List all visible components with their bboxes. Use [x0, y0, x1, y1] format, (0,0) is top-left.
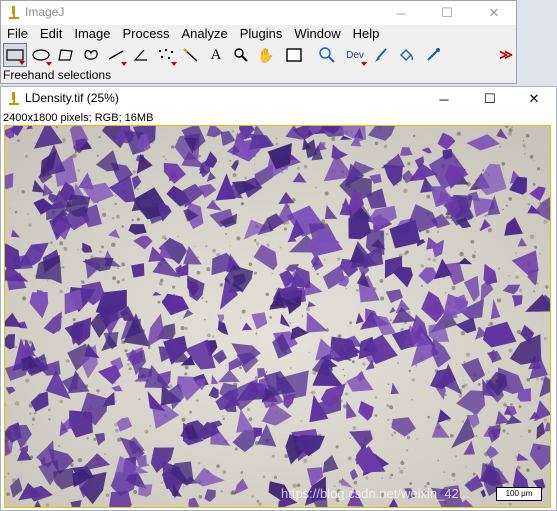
- menu-file[interactable]: File: [1, 25, 34, 43]
- developer-menu-label: Dev: [346, 49, 364, 61]
- maximize-button[interactable]: ☐: [424, 1, 470, 25]
- freehand-icon: [84, 50, 98, 60]
- image-close-button[interactable]: ✕: [511, 87, 557, 111]
- zoom-icon: [319, 47, 335, 63]
- line-tool[interactable]: [104, 43, 128, 67]
- image-canvas[interactable]: 100 μm https://blog.csdn.net/weixin_42..…: [4, 125, 551, 508]
- image-window-title: LDensity.tif (25%): [25, 91, 119, 105]
- polygon-icon: [58, 49, 73, 61]
- zoom-tool[interactable]: [315, 43, 339, 67]
- oval-tool[interactable]: [29, 43, 53, 67]
- flood-fill-tool[interactable]: [394, 43, 418, 67]
- scale-bar: 100 μm: [496, 487, 542, 501]
- pencil-icon: [427, 48, 440, 61]
- hand-tool[interactable]: ✋: [254, 43, 278, 67]
- color-picker-tool[interactable]: [282, 43, 306, 67]
- magnifier-tool[interactable]: [229, 43, 253, 67]
- angle-icon: [133, 49, 147, 61]
- angle-tool[interactable]: [129, 43, 153, 67]
- point-tool[interactable]: [154, 43, 178, 67]
- more-tools[interactable]: ≫: [494, 43, 518, 67]
- empty-tool-slot-2: [469, 43, 493, 67]
- status-bar: Freehand selections: [3, 68, 112, 82]
- polygon-tool[interactable]: [54, 43, 78, 67]
- main-titlebar: ImageJ ─ ☐ ✕: [1, 1, 516, 25]
- brush-icon: [375, 48, 387, 62]
- text-tool-label: A: [210, 46, 222, 63]
- image-minimize-button[interactable]: ─: [421, 87, 467, 111]
- multipoint-icon: [159, 49, 173, 59]
- more-tools-label: ≫: [499, 47, 513, 62]
- image-titlebar: LDensity.tif (25%) ─ ☐ ✕: [1, 87, 556, 111]
- image-maximize-button[interactable]: ☐: [467, 87, 513, 111]
- brush-tool[interactable]: [369, 43, 393, 67]
- toolbar: A ✋ Dev ≫: [1, 43, 516, 67]
- hand-icon: ✋: [257, 46, 275, 63]
- menu-plugins[interactable]: Plugins: [234, 25, 289, 43]
- menu-analyze[interactable]: Analyze: [175, 25, 233, 43]
- freehand-tool[interactable]: [79, 43, 103, 67]
- color-picker-icon: [286, 48, 302, 62]
- oval-icon: [32, 49, 50, 61]
- menu-image[interactable]: Image: [68, 25, 116, 43]
- imagej-microscope-icon: [9, 6, 19, 19]
- magnifier-icon: [234, 48, 248, 62]
- developer-menu[interactable]: Dev: [342, 43, 368, 67]
- wand-icon: [183, 48, 198, 62]
- main-window-title: ImageJ: [25, 5, 65, 19]
- empty-tool-slot-1: [445, 43, 469, 67]
- wand-tool[interactable]: [179, 43, 203, 67]
- imagej-main-window: ImageJ ─ ☐ ✕ File Edit Image Process Ana…: [0, 0, 517, 84]
- image-info: 2400x1800 pixels; RGB; 16MB: [3, 112, 154, 124]
- menu-help[interactable]: Help: [347, 25, 386, 43]
- flood-fill-icon: [400, 49, 414, 61]
- minimize-button[interactable]: ─: [378, 1, 424, 25]
- text-tool[interactable]: A: [204, 43, 228, 67]
- micrograph-image: [5, 126, 550, 507]
- line-icon: [108, 50, 124, 60]
- close-button[interactable]: ✕: [471, 1, 517, 25]
- rectangle-tool[interactable]: [3, 43, 27, 67]
- image-window: LDensity.tif (25%) ─ ☐ ✕ 2400x1800 pixel…: [0, 86, 557, 511]
- watermark-text: https://blog.csdn.net/weixin_42...: [281, 486, 470, 501]
- menu-window[interactable]: Window: [288, 25, 346, 43]
- menubar: File Edit Image Process Analyze Plugins …: [1, 25, 516, 43]
- pencil-tool[interactable]: [421, 43, 445, 67]
- menu-edit[interactable]: Edit: [34, 25, 68, 43]
- menu-process[interactable]: Process: [117, 25, 176, 43]
- imagej-microscope-icon: [9, 92, 19, 105]
- rectangle-icon: [6, 49, 24, 61]
